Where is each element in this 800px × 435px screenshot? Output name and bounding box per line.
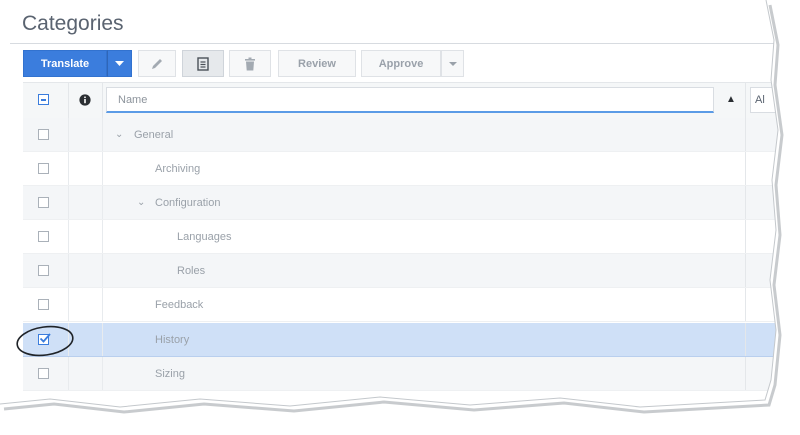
pencil-icon [152,58,162,69]
row-info-cell [68,357,103,390]
chevron-down-icon[interactable]: ⌄ [115,118,123,152]
row-info-cell [68,323,103,356]
grid-header: Name ▲ Al [23,82,778,119]
row-label: Archiving [155,163,201,175]
caret-down-icon [448,61,457,66]
column-divider [745,118,746,151]
row-checkbox-checked[interactable] [38,333,51,345]
indeterminate-mark [41,99,46,101]
info-column-header [68,83,103,118]
row-checkbox[interactable] [38,299,49,310]
column-divider [745,152,746,185]
next-column-filter-input[interactable]: Al [750,87,778,113]
table-row[interactable]: Archiving [23,152,778,186]
title-divider [10,43,778,44]
row-checkbox[interactable] [38,129,49,140]
row-info-cell [68,254,103,287]
row-checkbox[interactable] [38,368,49,379]
torn-panel: Categories Translate Review Approve Name… [0,0,778,407]
row-info-cell [68,288,103,321]
row-checkbox[interactable] [38,231,49,242]
row-label: Sizing [155,368,185,380]
translate-button[interactable]: Translate [23,50,107,77]
sort-ascending-icon[interactable]: ▲ [726,94,736,105]
page-title: Categories [22,12,124,35]
review-button[interactable]: Review [278,50,356,77]
row-checkbox[interactable] [38,197,49,208]
document-button[interactable] [182,50,224,77]
translate-dropdown-button[interactable] [107,50,132,77]
info-icon[interactable] [79,94,91,106]
row-info-cell [68,118,103,151]
row-check-cell [23,186,69,219]
select-all-checkbox[interactable] [38,94,49,105]
table-row[interactable]: Sizing [23,357,778,391]
row-check-cell [23,288,69,321]
approve-dropdown-button[interactable] [441,50,464,77]
row-info-cell [68,186,103,219]
table-row-selected[interactable]: History [23,323,778,357]
row-check-cell [23,220,69,253]
checkmark-icon [39,333,51,343]
row-check-cell [23,357,69,390]
column-divider [745,323,746,356]
table-row[interactable]: ⌄ General [23,118,778,152]
translate-button-label: Translate [40,57,90,70]
row-label: History [155,334,190,346]
chevron-down-icon[interactable]: ⌄ [137,186,145,220]
table-row[interactable]: Roles [23,254,778,288]
row-label: Languages [177,231,232,243]
trash-icon [245,57,255,70]
approve-button-label: Approve [378,57,424,70]
delete-button[interactable] [229,50,271,77]
column-divider [745,254,746,287]
table-row[interactable]: Languages [23,220,778,254]
edit-button[interactable] [138,50,176,77]
row-info-cell [68,152,103,185]
select-all-cell [23,83,69,118]
row-check-cell [23,118,69,151]
approve-button[interactable]: Approve [361,50,441,77]
row-checkbox[interactable] [38,265,49,276]
row-checkbox[interactable] [38,163,49,174]
next-column-filter-text: Al [755,94,765,106]
document-icon [197,56,209,71]
column-divider [745,220,746,253]
row-label: General [134,129,174,141]
row-info-cell [68,220,103,253]
name-filter-input[interactable]: Name [106,87,714,113]
row-check-cell [23,152,69,185]
row-label: Roles [177,265,206,277]
row-label: Feedback [155,299,204,311]
row-check-cell [23,254,69,287]
table-row[interactable]: ⌄ Configuration [23,186,778,220]
table-row[interactable]: Feedback [23,288,778,322]
column-divider [745,186,746,219]
caret-down-icon [115,61,124,66]
column-divider [745,288,746,321]
row-label: Configuration [155,197,221,209]
row-check-cell [23,323,69,356]
review-button-label: Review [298,57,336,70]
column-divider [745,83,746,118]
column-divider [745,357,746,390]
name-filter-placeholder: Name [118,94,148,106]
